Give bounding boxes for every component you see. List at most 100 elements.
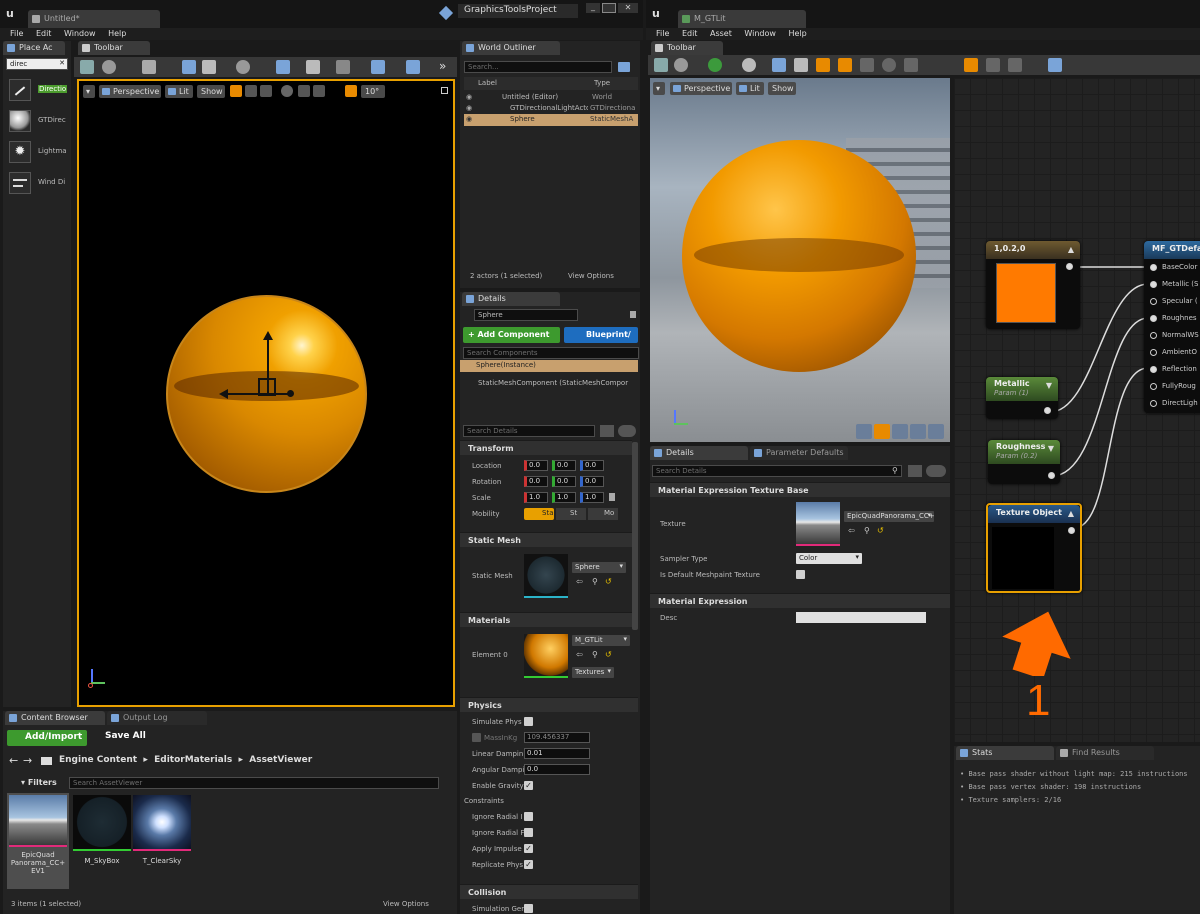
document-tab-m-gtlit[interactable]: M_GTLit bbox=[678, 10, 806, 28]
save-all-button[interactable]: Save All bbox=[91, 731, 146, 741]
visibility-icon[interactable] bbox=[926, 465, 946, 477]
menu-window[interactable]: Window bbox=[64, 29, 96, 38]
forward-icon[interactable]: → bbox=[23, 754, 32, 767]
property-matrix-icon[interactable] bbox=[908, 465, 922, 477]
input-pin[interactable] bbox=[1150, 298, 1157, 305]
browse-arrow-icon[interactable]: ⇦ bbox=[848, 526, 855, 535]
output-pin[interactable] bbox=[1044, 407, 1051, 414]
gravity-checkbox[interactable]: ✓ bbox=[524, 781, 533, 790]
asset-tile[interactable]: T_ClearSky bbox=[133, 793, 191, 889]
perspective-button[interactable]: Perspective bbox=[670, 82, 732, 95]
preview-sphere-icon[interactable] bbox=[874, 424, 890, 439]
mobile-stats-icon[interactable] bbox=[1008, 58, 1022, 72]
expand-toolbar-icon[interactable]: » bbox=[439, 59, 446, 73]
location-z[interactable]: 0.0 bbox=[580, 460, 604, 471]
angular-damping-field[interactable]: 0.0 bbox=[524, 764, 590, 775]
static-mesh-section[interactable]: Static Mesh bbox=[460, 532, 632, 547]
save-icon[interactable] bbox=[80, 60, 94, 74]
input-pin[interactable] bbox=[1150, 264, 1157, 271]
search-details[interactable]: Search Details bbox=[652, 465, 902, 477]
asset-search[interactable]: Search AssetViewer bbox=[69, 777, 439, 789]
minimize-button[interactable]: _ bbox=[586, 3, 600, 13]
home-icon[interactable] bbox=[772, 58, 786, 72]
mobility-stationary[interactable]: St bbox=[556, 508, 586, 520]
input-pin[interactable] bbox=[1150, 366, 1157, 373]
menu-edit[interactable]: Edit bbox=[36, 29, 52, 38]
col-type[interactable]: Type bbox=[594, 79, 610, 87]
tab-toolbar[interactable]: Toolbar bbox=[651, 41, 723, 55]
menu-asset[interactable]: Asset bbox=[710, 29, 732, 38]
tab-stats[interactable]: Stats bbox=[956, 746, 1054, 760]
static-mesh-thumbnail[interactable] bbox=[524, 554, 568, 598]
add-import-button[interactable]: Add/Import bbox=[7, 730, 87, 746]
rotation-snap-value[interactable]: 10° bbox=[361, 85, 385, 98]
add-component-button[interactable]: + Add Component bbox=[463, 327, 560, 343]
modes-icon[interactable] bbox=[142, 60, 156, 74]
texture-object-node[interactable]: Texture Object ▲ bbox=[986, 503, 1082, 593]
mass-checkbox[interactable] bbox=[472, 733, 481, 742]
launch-icon[interactable] bbox=[406, 60, 420, 74]
filters-button[interactable]: ▾ Filters bbox=[7, 778, 57, 787]
perspective-button[interactable]: Perspective bbox=[99, 85, 161, 98]
find-in-browser-icon[interactable]: ⚲ bbox=[864, 526, 870, 535]
input-pin[interactable] bbox=[1150, 315, 1157, 322]
eye-icon[interactable]: ◉ bbox=[466, 93, 472, 101]
reset-icon[interactable]: ↺ bbox=[605, 650, 612, 659]
menu-help[interactable]: Help bbox=[108, 29, 126, 38]
place-item-wind[interactable]: Wind Di bbox=[6, 170, 70, 196]
surface-snap-icon[interactable] bbox=[298, 85, 310, 97]
outliner-row[interactable]: ◉ GTDirectionalLightActor GTDirectiona bbox=[464, 103, 638, 114]
asset-tile[interactable]: M_SkyBox bbox=[73, 793, 131, 889]
scale-lock-icon[interactable] bbox=[609, 493, 615, 501]
mobility-movable[interactable]: Mo bbox=[588, 508, 618, 520]
menu-edit[interactable]: Edit bbox=[682, 29, 698, 38]
crumb-editor-materials[interactable]: EditorMaterials bbox=[154, 755, 232, 765]
close-button[interactable]: ✕ bbox=[618, 3, 638, 13]
build-icon[interactable] bbox=[336, 60, 350, 74]
apply-icon[interactable] bbox=[708, 58, 722, 72]
save-icon[interactable] bbox=[654, 58, 668, 72]
rotate-mode-icon[interactable] bbox=[245, 85, 257, 97]
outliner-view-options[interactable]: View Options bbox=[568, 272, 614, 280]
static-mesh-component-row[interactable]: StaticMeshComponent (StaticMeshCompor bbox=[478, 379, 638, 387]
connectors-icon[interactable] bbox=[816, 58, 830, 72]
live-preview-icon[interactable] bbox=[838, 58, 852, 72]
level-viewport[interactable]: ▾ Perspective Lit Show 10° bbox=[77, 79, 455, 707]
tab-find-results[interactable]: Find Results bbox=[1056, 746, 1154, 760]
meshpaint-checkbox[interactable] bbox=[796, 570, 805, 579]
reset-icon[interactable]: ↺ bbox=[605, 577, 612, 586]
materials-section[interactable]: Materials bbox=[460, 612, 632, 627]
collapse-icon[interactable]: ▲ bbox=[1068, 245, 1074, 254]
translate-mode-icon[interactable] bbox=[230, 85, 242, 97]
browse-arrow-icon[interactable]: ⇦ bbox=[576, 650, 583, 659]
ignore-radial-impulse-checkbox[interactable] bbox=[524, 812, 533, 821]
maximize-button[interactable] bbox=[602, 3, 616, 13]
material-graph[interactable]: 1,0.2,0 ▲ Metallic Param (1) ▼ Roughness P… bbox=[954, 78, 1200, 742]
browse-arrow-icon[interactable]: ⇦ bbox=[576, 577, 583, 586]
eye-icon[interactable]: ◉ bbox=[466, 104, 472, 112]
document-tab-untitled[interactable]: Untitled* bbox=[28, 10, 160, 28]
output-pin[interactable] bbox=[1066, 263, 1073, 270]
play-icon[interactable] bbox=[371, 60, 385, 74]
hide-unrelated-icon[interactable] bbox=[904, 58, 918, 72]
place-item-lightmass[interactable]: ✹ Lightma bbox=[6, 139, 70, 165]
grid-snap-icon[interactable] bbox=[313, 85, 325, 97]
material-expression-section[interactable]: Material Expression bbox=[650, 593, 950, 608]
tab-place-actors[interactable]: Place Ac bbox=[3, 41, 65, 55]
crumb-engine-content[interactable]: Engine Content bbox=[59, 755, 137, 765]
linear-damping-field[interactable]: 0.01 bbox=[524, 748, 590, 759]
platform-stats-icon[interactable] bbox=[986, 58, 1000, 72]
blueprint-button[interactable]: Blueprint/ bbox=[564, 327, 638, 343]
component-instance-row[interactable]: Sphere(Instance) bbox=[460, 360, 638, 372]
search-components[interactable]: Search Components bbox=[463, 347, 639, 359]
texture-dropdown[interactable]: EpicQuadPanorama_CC+ bbox=[844, 511, 934, 522]
menu-window[interactable]: Window bbox=[744, 29, 776, 38]
static-mesh-dropdown[interactable]: Sphere bbox=[572, 562, 626, 573]
col-label[interactable]: Label bbox=[478, 79, 497, 87]
stats-icon[interactable] bbox=[964, 58, 978, 72]
tab-details[interactable]: Details bbox=[650, 446, 748, 460]
ignore-radial-force-checkbox[interactable] bbox=[524, 828, 533, 837]
roughness-param-node[interactable]: Roughness Param (0.2) ▼ bbox=[988, 440, 1060, 484]
constraints-row[interactable]: Constraints bbox=[464, 797, 504, 805]
world-space-icon[interactable] bbox=[281, 85, 293, 97]
